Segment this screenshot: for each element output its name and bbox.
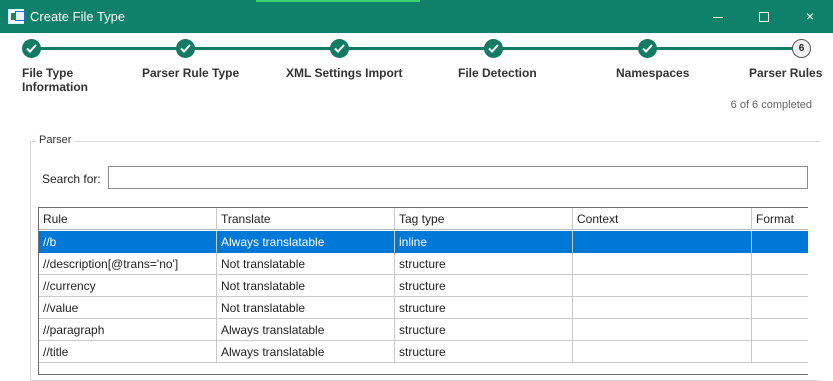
cell-context bbox=[573, 275, 752, 297]
cell-translate: Not translatable bbox=[217, 253, 395, 275]
table-row[interactable]: //title Always translatable structure bbox=[39, 341, 808, 363]
progress-status: 6 of 6 completed bbox=[730, 99, 812, 111]
step-5-check-icon bbox=[638, 39, 657, 58]
cell-context bbox=[573, 253, 752, 275]
search-label: Search for: bbox=[42, 172, 101, 186]
cell-format bbox=[752, 275, 808, 297]
cell-translate: Always translatable bbox=[217, 231, 395, 253]
close-button[interactable]: × bbox=[787, 0, 833, 33]
column-header-rule[interactable]: Rule bbox=[39, 208, 217, 230]
table-row[interactable]: //b Always translatable inline bbox=[39, 231, 808, 253]
minimize-button[interactable] bbox=[695, 0, 741, 33]
step-label-file-type-information[interactable]: File Type Information bbox=[22, 66, 88, 94]
close-icon: × bbox=[805, 8, 815, 24]
cell-rule: //value bbox=[39, 297, 217, 319]
step-4-check-icon bbox=[484, 39, 503, 58]
table-row[interactable]: //value Not translatable structure bbox=[39, 297, 808, 319]
cell-context bbox=[573, 341, 752, 363]
cell-context bbox=[573, 319, 752, 341]
cell-tag-type: structure bbox=[395, 319, 573, 341]
column-header-context[interactable]: Context bbox=[573, 208, 752, 230]
wizard-progress: 6 File Type Information Parser Rule Type… bbox=[0, 33, 833, 113]
search-input[interactable] bbox=[108, 166, 808, 189]
cell-tag-type: structure bbox=[395, 297, 573, 319]
app-icon bbox=[8, 9, 25, 24]
parser-group-label: Parser bbox=[36, 134, 75, 146]
cell-rule: //currency bbox=[39, 275, 217, 297]
minimize-icon bbox=[713, 16, 723, 18]
window-title: Create File Type bbox=[30, 9, 126, 24]
step-label-namespaces[interactable]: Namespaces bbox=[616, 66, 689, 80]
step-1-check-icon bbox=[22, 39, 41, 58]
cell-rule: //b bbox=[39, 231, 217, 253]
cell-tag-type: structure bbox=[395, 275, 573, 297]
grid-header: Rule Translate Tag type Context Format bbox=[39, 208, 808, 230]
cell-format bbox=[752, 319, 808, 341]
table-row[interactable]: //paragraph Always translatable structur… bbox=[39, 319, 808, 341]
table-row[interactable]: //currency Not translatable structure bbox=[39, 275, 808, 297]
cell-rule: //paragraph bbox=[39, 319, 217, 341]
maximize-icon bbox=[759, 12, 769, 23]
cell-translate: Always translatable bbox=[217, 319, 395, 341]
cell-translate: Always translatable bbox=[217, 341, 395, 363]
cell-translate: Not translatable bbox=[217, 275, 395, 297]
step-label-xml-settings-import[interactable]: XML Settings Import bbox=[286, 66, 402, 80]
column-header-tag-type[interactable]: Tag type bbox=[395, 208, 573, 230]
table-row[interactable]: //description[@trans='no'] Not translata… bbox=[39, 253, 808, 275]
step-6-current-indicator: 6 bbox=[792, 39, 811, 58]
title-accent-line bbox=[256, 0, 420, 2]
step-label-parser-rule-type[interactable]: Parser Rule Type bbox=[142, 66, 239, 80]
step-label-parser-rules[interactable]: Parser Rules bbox=[749, 66, 822, 80]
step-2-check-icon bbox=[176, 39, 195, 58]
cell-format bbox=[752, 341, 808, 363]
cell-tag-type: inline bbox=[395, 231, 573, 253]
title-bar: Create File Type × bbox=[0, 0, 833, 33]
cell-context bbox=[573, 231, 752, 253]
cell-rule: //title bbox=[39, 341, 217, 363]
step-label-file-detection[interactable]: File Detection bbox=[458, 66, 537, 80]
column-header-translate[interactable]: Translate bbox=[217, 208, 395, 230]
cell-translate: Not translatable bbox=[217, 297, 395, 319]
maximize-button[interactable] bbox=[741, 0, 787, 33]
cell-tag-type: structure bbox=[395, 253, 573, 275]
cell-format bbox=[752, 253, 808, 275]
cell-tag-type: structure bbox=[395, 341, 573, 363]
cell-format bbox=[752, 231, 808, 253]
column-header-format[interactable]: Format bbox=[752, 208, 808, 230]
wizard-track bbox=[32, 47, 802, 50]
step-3-check-icon bbox=[330, 39, 349, 58]
cell-rule: //description[@trans='no'] bbox=[39, 253, 217, 275]
cell-format bbox=[752, 297, 808, 319]
parser-rules-grid: Rule Translate Tag type Context Format /… bbox=[38, 207, 808, 375]
cell-context bbox=[573, 297, 752, 319]
